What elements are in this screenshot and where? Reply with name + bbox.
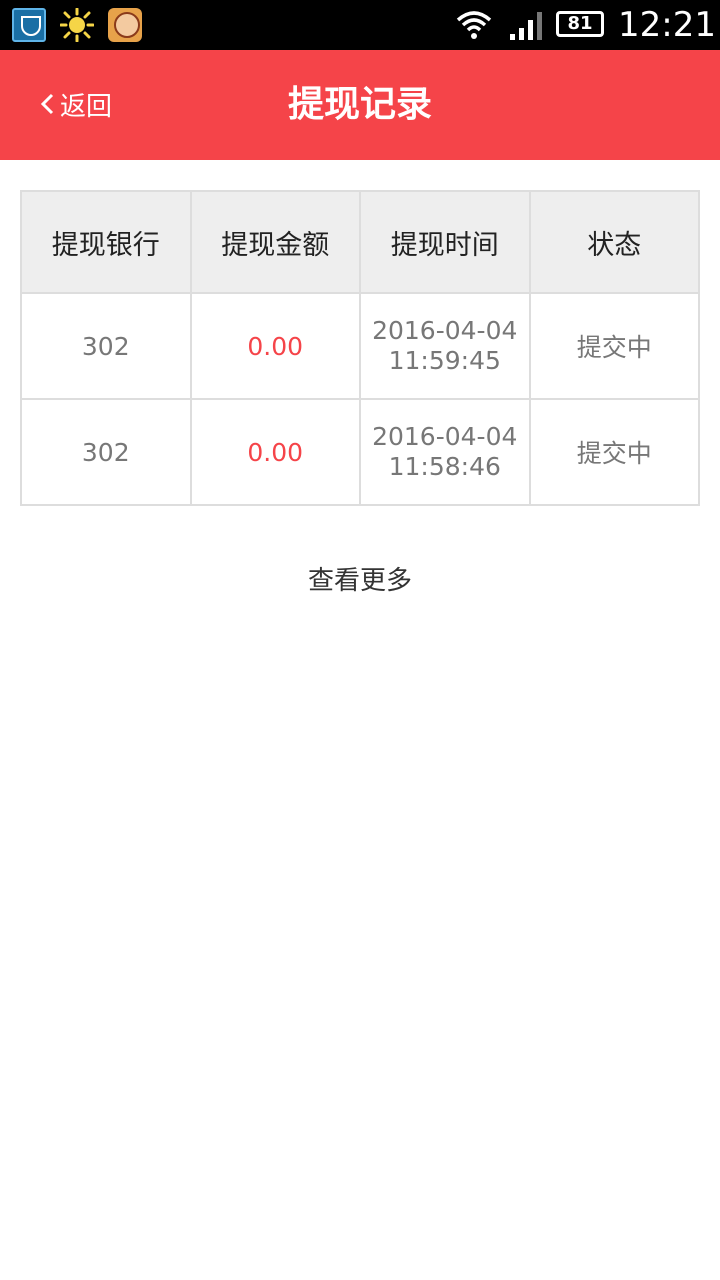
clock: 12:21	[618, 5, 716, 45]
amount-cell: 0.00	[189, 398, 361, 506]
column-header-amount: 提现金额	[189, 190, 361, 294]
status-cell: 提交中	[528, 292, 700, 400]
time-cell: 2016-04-04 11:58:46	[359, 398, 531, 506]
bank-cell: 302	[20, 292, 192, 400]
signal-icon	[510, 12, 542, 40]
withdrawal-records-table: 提现银行 提现金额 提现时间 状态 302 0.00 2016-04-04 11…	[20, 190, 700, 506]
time-cell: 2016-04-04 11:59:45	[359, 292, 531, 400]
table-header-row: 提现银行 提现金额 提现时间 状态	[20, 190, 700, 294]
time-clock: 11:58:46	[388, 452, 501, 481]
bank-cell: 302	[20, 398, 192, 506]
battery-icon: 81	[556, 11, 604, 37]
column-header-time: 提现时间	[359, 190, 531, 294]
table-row[interactable]: 302 0.00 2016-04-04 11:58:46 提交中	[20, 398, 700, 506]
table-row[interactable]: 302 0.00 2016-04-04 11:59:45 提交中	[20, 292, 700, 400]
view-more-link[interactable]: 查看更多	[0, 560, 720, 597]
status-bar: 81 12:21	[0, 0, 720, 50]
time-date: 2016-04-04	[372, 316, 518, 345]
time-clock: 11:59:45	[388, 346, 501, 375]
time-date: 2016-04-04	[372, 422, 518, 451]
column-header-bank: 提现银行	[20, 190, 192, 294]
game-app-icon	[108, 8, 142, 42]
sun-icon	[60, 8, 94, 42]
chevron-left-icon	[40, 93, 54, 115]
shield-app-icon	[12, 8, 46, 42]
wifi-icon	[456, 11, 492, 39]
back-button[interactable]: 返回	[38, 84, 112, 124]
back-label: 返回	[60, 91, 113, 122]
title-bar: 提现记录 返回	[0, 50, 720, 160]
column-header-status: 状态	[528, 190, 700, 294]
amount-cell: 0.00	[189, 292, 361, 400]
status-cell: 提交中	[528, 398, 700, 506]
